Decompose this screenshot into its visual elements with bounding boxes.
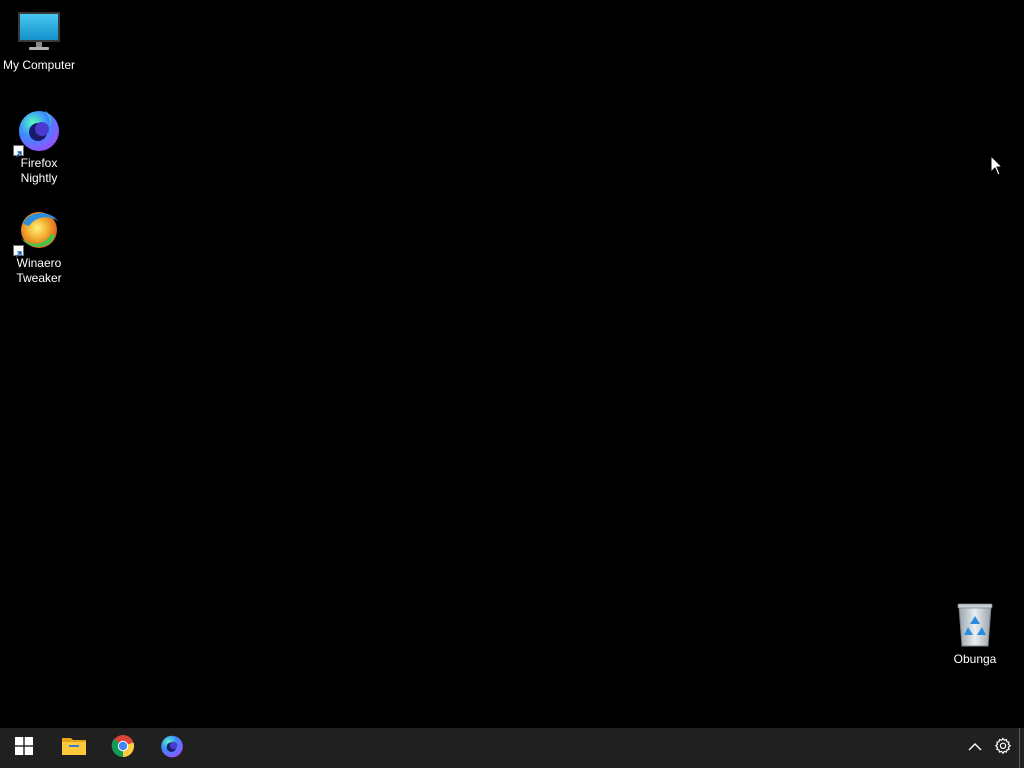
taskbar-firefox-nightly[interactable] — [148, 728, 196, 768]
desktop-icon-label: My Computer — [2, 58, 76, 72]
gear-icon — [994, 737, 1012, 760]
firefox-nightly-icon — [13, 106, 63, 158]
desktop-icon-recycle-bin[interactable]: Obunga — [936, 602, 1014, 667]
desktop[interactable]: My Computer Firefox Nightly Winaero Twea… — [0, 0, 1024, 728]
start-button[interactable] — [0, 728, 48, 768]
settings-tray-button[interactable] — [989, 728, 1017, 768]
show-desktop-button[interactable] — [1019, 728, 1024, 768]
show-hidden-icons-button[interactable] — [961, 728, 989, 768]
windows-logo-icon — [15, 736, 33, 760]
taskbar — [0, 728, 1024, 768]
mouse-cursor-icon — [990, 154, 1004, 177]
desktop-icon-firefox-nightly[interactable]: Firefox Nightly — [0, 106, 78, 186]
desktop-icon-label: Winaero Tweaker — [16, 256, 62, 285]
desktop-icon-label: Obunga — [953, 652, 997, 666]
chevron-up-icon — [968, 739, 982, 757]
desktop-icon-label: Firefox Nightly — [20, 156, 58, 185]
monitor-icon — [15, 8, 63, 56]
firefox-nightly-icon — [159, 733, 185, 764]
desktop-icon-winaero-tweaker[interactable]: Winaero Tweaker — [0, 206, 78, 286]
desktop-icon-my-computer[interactable]: My Computer — [0, 8, 78, 73]
chrome-icon — [111, 734, 135, 763]
winaero-tweaker-icon — [13, 206, 63, 258]
recycle-bin-icon — [951, 602, 999, 650]
shortcut-arrow-icon — [13, 145, 24, 158]
folder-icon — [61, 735, 87, 762]
taskbar-google-chrome[interactable] — [99, 728, 147, 768]
shortcut-arrow-icon — [13, 245, 24, 258]
taskbar-file-explorer[interactable] — [50, 728, 98, 768]
